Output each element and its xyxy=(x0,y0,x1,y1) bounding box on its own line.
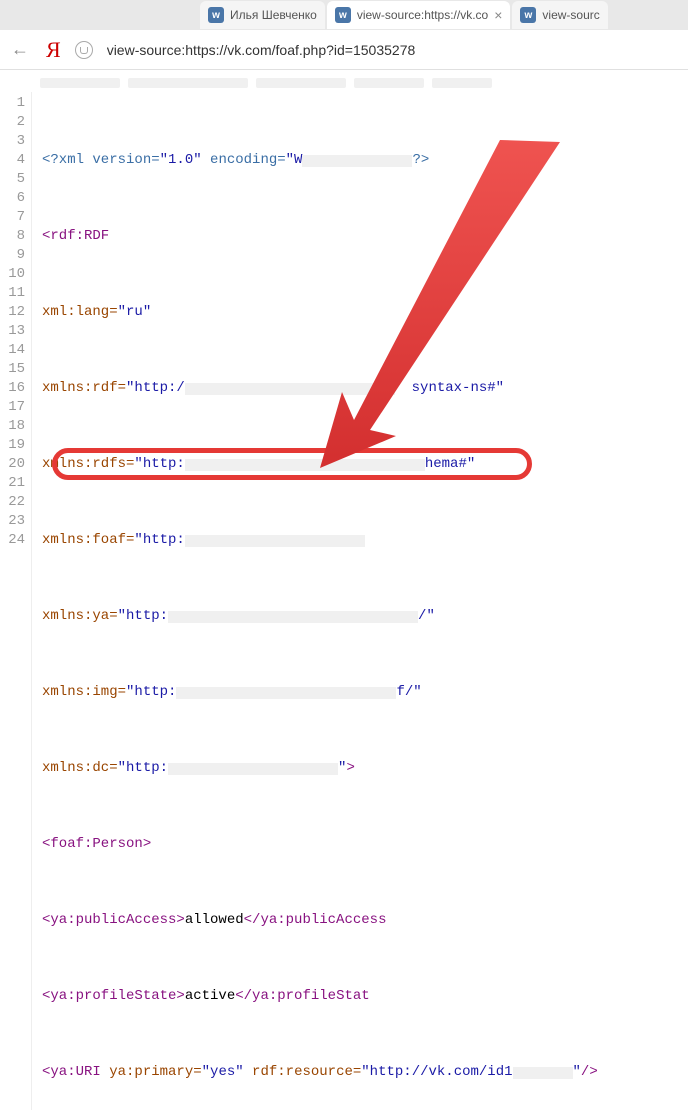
yandex-logo[interactable]: Я xyxy=(46,37,61,63)
redacted xyxy=(302,155,412,167)
close-icon[interactable]: × xyxy=(494,8,502,22)
tab-label: view-source:https://vk.co xyxy=(357,8,488,22)
line-gutter: 123456 789101112 131415161718 1920212223… xyxy=(0,92,32,1110)
redacted xyxy=(168,611,418,623)
redacted xyxy=(168,763,338,775)
vk-icon: w xyxy=(335,7,351,23)
redacted xyxy=(513,1067,573,1079)
tag-rdf: <rdf:RDF xyxy=(42,227,109,246)
tab-viewsource-active[interactable]: w view-source:https://vk.co × xyxy=(327,1,511,29)
source-view: 123456 789101112 131415161718 1920212223… xyxy=(0,92,688,1110)
ssl-icon[interactable] xyxy=(75,41,93,59)
redacted xyxy=(185,535,365,547)
placeholder xyxy=(256,78,346,88)
bookmark-bar xyxy=(0,70,688,92)
tag-person: <foaf:Person> xyxy=(42,835,151,854)
redacted xyxy=(185,459,425,471)
xml-decl: <?xml version= xyxy=(42,151,160,170)
vk-icon: w xyxy=(520,7,536,23)
url-field[interactable]: view-source:https://vk.com/foaf.php?id=1… xyxy=(107,42,680,58)
tab-label: Илья Шевченко xyxy=(230,8,317,22)
placeholder xyxy=(354,78,424,88)
back-button[interactable]: ← xyxy=(8,39,32,60)
redacted xyxy=(185,383,395,395)
tab-profile[interactable]: w Илья Шевченко xyxy=(200,1,325,29)
vk-icon: w xyxy=(208,7,224,23)
redacted xyxy=(176,687,396,699)
address-bar: ← Я view-source:https://vk.com/foaf.php?… xyxy=(0,30,688,70)
placeholder xyxy=(128,78,248,88)
tab-viewsource-2[interactable]: w view-sourc xyxy=(512,1,607,29)
placeholder xyxy=(432,78,492,88)
tab-label: view-sourc xyxy=(542,8,599,22)
tab-strip: w Илья Шевченко w view-source:https://vk… xyxy=(0,0,688,30)
code-content[interactable]: <?xml version="1.0" encoding="W?> <rdf:R… xyxy=(32,92,598,1110)
placeholder xyxy=(40,78,120,88)
